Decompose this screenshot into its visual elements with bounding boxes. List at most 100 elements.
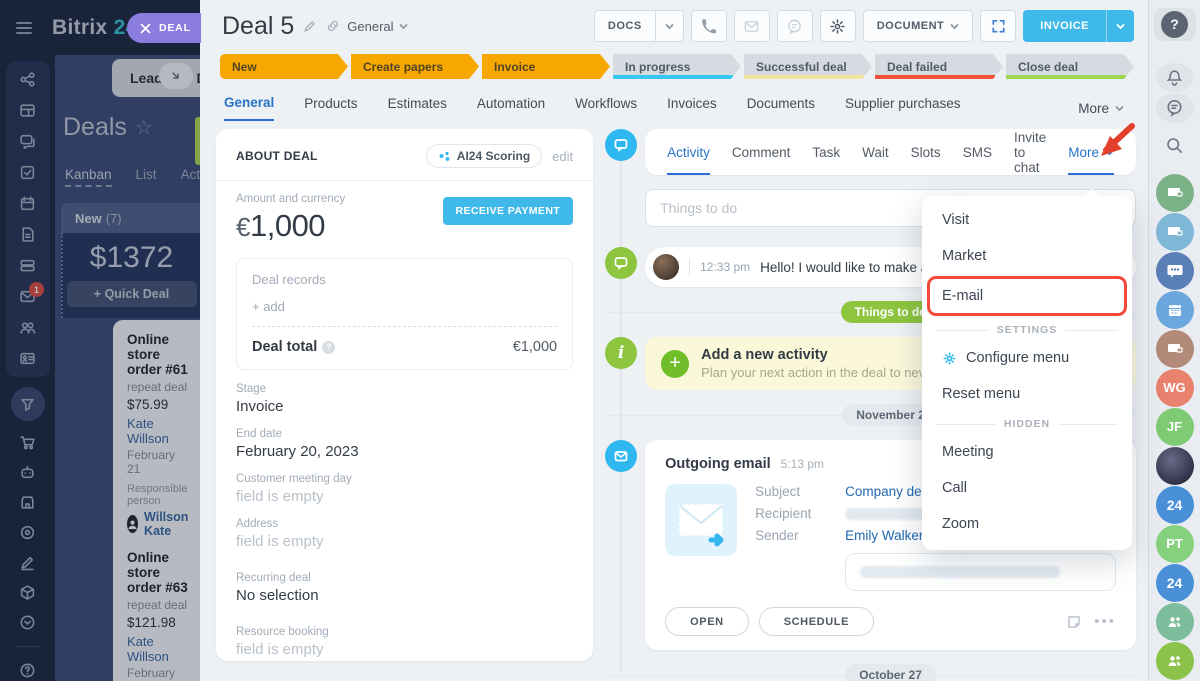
plus-icon: + xyxy=(661,350,689,378)
email-button[interactable] xyxy=(734,10,770,42)
menu-item-zoom[interactable]: Zoom xyxy=(922,506,1132,542)
search-button[interactable] xyxy=(1156,131,1194,160)
feed-button[interactable] xyxy=(1156,93,1194,122)
field-resource-booking[interactable]: Resource booking field is empty xyxy=(236,626,573,658)
field-recurring-deal[interactable]: Recurring deal No selection xyxy=(236,572,573,604)
add-record-link[interactable]: + add xyxy=(252,299,557,314)
stage-create-papers[interactable]: Create papers xyxy=(351,54,479,79)
fullscreen-button[interactable] xyxy=(980,10,1016,42)
ai-scoring-icon xyxy=(438,150,451,163)
tab-products[interactable]: Products xyxy=(304,96,357,120)
invoice-button[interactable]: INVOICE xyxy=(1023,10,1134,42)
tab-automation[interactable]: Automation xyxy=(477,96,545,120)
field-stage[interactable]: Stage Invoice xyxy=(236,383,573,415)
receive-payment-button[interactable]: RECEIVE PAYMENT xyxy=(443,197,574,225)
pipeline-selector[interactable]: General xyxy=(347,19,407,34)
tl-tab-slots[interactable]: Slots xyxy=(911,129,941,175)
user-avatar-photo[interactable] xyxy=(1156,447,1194,485)
more-dropdown-menu: Visit Market E-mail SETTINGS Configure m… xyxy=(922,196,1132,550)
bell-icon xyxy=(1165,68,1184,87)
stage-close-deal[interactable]: Close deal xyxy=(1006,54,1134,79)
bitrix24-avatar[interactable]: 24 xyxy=(1156,486,1194,524)
deal-stage-bar: New Create papers Invoice In progress Su… xyxy=(200,46,1148,79)
more-actions-icon[interactable]: ••• xyxy=(1094,613,1116,630)
tl-tab-activity[interactable]: Activity xyxy=(667,129,710,175)
link-icon[interactable] xyxy=(326,19,340,33)
stage-new[interactable]: New xyxy=(220,54,348,79)
menu-item-visit[interactable]: Visit xyxy=(922,202,1132,238)
menu-item-meeting[interactable]: Meeting xyxy=(922,434,1132,470)
chat-avatar-people[interactable] xyxy=(1156,642,1194,680)
document-button[interactable]: DOCUMENT xyxy=(863,10,974,42)
chat-avatar-people[interactable] xyxy=(1156,603,1194,641)
tab-workflows[interactable]: Workflows xyxy=(575,96,637,120)
chat-button[interactable] xyxy=(777,10,813,42)
tl-tab-sms[interactable]: SMS xyxy=(963,129,992,175)
help-icon: ? xyxy=(1161,11,1188,38)
chat-avatar-screenshare[interactable] xyxy=(1156,213,1194,251)
bitrix24-deal-page: Bitrix 24 Leads De Deals☆ Kanban List Ac… xyxy=(0,0,1200,681)
tab-invoices[interactable]: Invoices xyxy=(667,96,717,120)
tab-estimates[interactable]: Estimates xyxy=(388,96,447,120)
tl-tab-comment[interactable]: Comment xyxy=(732,129,791,175)
docs-button[interactable]: DOCS xyxy=(594,10,684,42)
tabs-more[interactable]: More xyxy=(1078,101,1124,116)
user-avatar-jf[interactable]: JF xyxy=(1156,408,1194,446)
configure-gear-icon xyxy=(942,351,957,366)
email-preview-box[interactable] xyxy=(845,553,1116,591)
deal-slider-tab[interactable]: DEAL xyxy=(127,13,201,43)
edit-link[interactable]: edit xyxy=(552,149,573,164)
tab-documents[interactable]: Documents xyxy=(747,96,815,120)
tl-tab-wait[interactable]: Wait xyxy=(862,129,889,175)
docs-dropdown-caret[interactable] xyxy=(655,11,683,41)
tab-general[interactable]: General xyxy=(224,95,274,121)
invoice-dropdown-caret[interactable] xyxy=(1106,10,1134,42)
help-button[interactable]: ? xyxy=(1154,8,1196,41)
stage-successful-deal[interactable]: Successful deal xyxy=(744,54,872,79)
avatar xyxy=(653,254,679,280)
chat-avatar-group[interactable] xyxy=(1156,252,1194,290)
chat-avatar-screenshare[interactable] xyxy=(1156,330,1194,368)
user-avatar-wg[interactable]: WG xyxy=(1156,369,1194,407)
background-deals-page: Bitrix 24 Leads De Deals☆ Kanban List Ac… xyxy=(0,0,200,681)
chat-avatar-screenshare[interactable] xyxy=(1156,174,1194,212)
note-icon[interactable] xyxy=(1066,614,1082,630)
user-avatar-pt[interactable]: PT xyxy=(1156,525,1194,563)
settings-gear-button[interactable] xyxy=(820,10,856,42)
tab-supplier-purchases[interactable]: Supplier purchases xyxy=(845,96,961,120)
bitrix24-avatar[interactable]: 24 xyxy=(1156,564,1194,602)
search-icon xyxy=(1165,136,1184,155)
stage-in-progress[interactable]: In progress xyxy=(613,54,741,79)
menu-item-reset[interactable]: Reset menu xyxy=(922,376,1132,412)
menu-item-call[interactable]: Call xyxy=(922,470,1132,506)
sender-link[interactable]: Emily Walker xyxy=(845,528,923,543)
help-tooltip-icon[interactable]: ? xyxy=(322,341,335,354)
info-icon: i xyxy=(605,337,637,369)
ai-scoring-button[interactable]: AI24 Scoring xyxy=(426,144,542,168)
deal-amount: €1,000 xyxy=(236,208,345,244)
menu-item-configure[interactable]: Configure menu xyxy=(922,340,1132,376)
field-end-date[interactable]: End date February 20, 2023 xyxy=(236,428,573,460)
preview-redacted xyxy=(860,566,1060,578)
email-highlight-box: E-mail xyxy=(927,276,1127,316)
amount-label: Amount and currency xyxy=(236,193,345,205)
stage-deal-failed[interactable]: Deal failed xyxy=(875,54,1003,79)
tl-tab-invite-to-chat[interactable]: Invite to chat xyxy=(1014,129,1046,175)
notifications-button[interactable] xyxy=(1156,63,1194,92)
menu-item-email[interactable]: E-mail xyxy=(930,279,1124,313)
tl-tab-task[interactable]: Task xyxy=(812,129,840,175)
open-button[interactable]: OPEN xyxy=(665,607,749,636)
menu-item-market[interactable]: Market xyxy=(922,238,1132,274)
chat-avatar-calendar[interactable] xyxy=(1156,291,1194,329)
tl-tab-more[interactable]: More xyxy=(1068,129,1114,175)
call-button[interactable] xyxy=(691,10,727,42)
edit-pencil-icon[interactable] xyxy=(303,19,317,33)
schedule-button[interactable]: SCHEDULE xyxy=(759,607,874,636)
deal-records-label: Deal records xyxy=(252,272,557,287)
outgoing-email-icon xyxy=(605,440,637,472)
stage-invoice[interactable]: Invoice xyxy=(482,54,610,79)
field-address[interactable]: Address field is empty xyxy=(236,518,573,550)
date-badge-october: October 27 xyxy=(845,664,936,681)
field-customer-meeting-day[interactable]: Customer meeting day field is empty xyxy=(236,473,573,505)
chat-message-icon xyxy=(605,247,637,279)
